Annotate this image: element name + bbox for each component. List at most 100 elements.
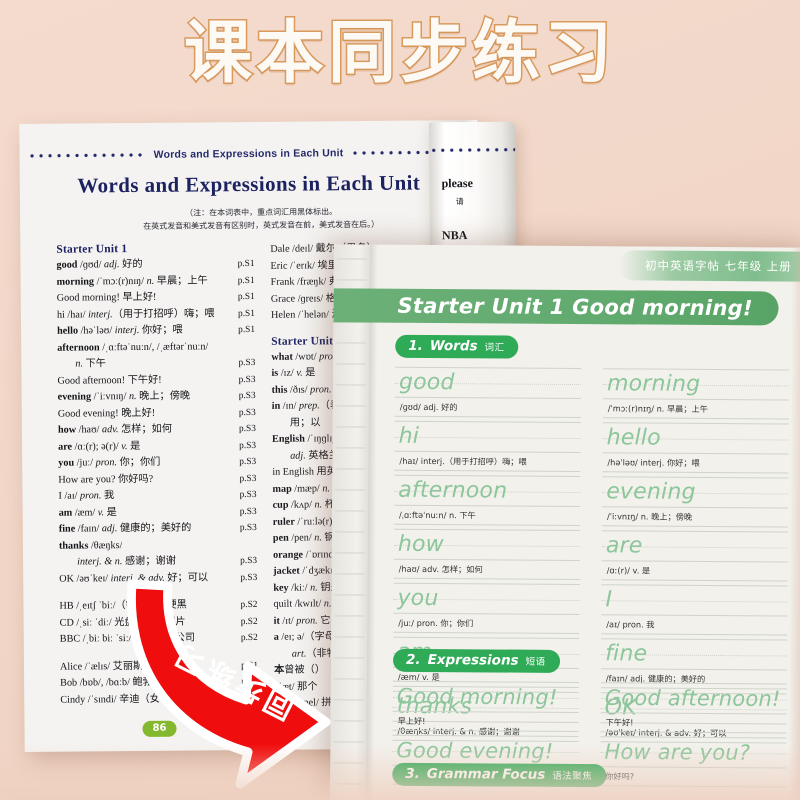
practice-row[interactable]: how/haʊ/ adv. 怎样；如何 <box>393 528 580 581</box>
gutter-ruled-line <box>334 594 365 596</box>
practice-writing-line[interactable]: I <box>601 584 788 617</box>
practice-writing-line[interactable]: good <box>394 366 582 400</box>
practice-row[interactable]: hello/həˈləʊ/ interj. 你好；喂 <box>602 422 789 474</box>
practice-meaning: /haʊ/ adv. 怎样；如何 <box>393 559 580 581</box>
wordlist-entry-text: n. 下午 <box>75 358 106 370</box>
wordlist-entry-page: p.S1 <box>241 660 259 671</box>
grammar-ruled-lines <box>392 793 787 800</box>
wordlist-entry-text: good /ɡʊd/ adj. 好的 <box>56 258 143 271</box>
practice-writing-line[interactable]: Good morning! <box>392 680 579 714</box>
wordlist-entry: n. 下午 p.S3 <box>57 355 255 373</box>
practice-row[interactable]: afternoon/ˌɑːftəˈnuːn/ n. 下午 <box>394 474 581 527</box>
practice-word: good <box>398 369 455 395</box>
practice-row[interactable]: I/aɪ/ pron. 我 <box>601 584 788 636</box>
practice-row[interactable]: good/ɡʊd/ adj. 好的 <box>394 366 582 419</box>
section-grammar: 3. Grammar Focus 语法聚焦 <box>392 762 787 800</box>
practice-writing-line[interactable]: evening <box>602 476 789 509</box>
wordlist-entry-page: p.S1 <box>238 325 256 336</box>
practice-word: Good morning! <box>396 683 558 709</box>
practice-meaning: 早上好! <box>392 711 579 733</box>
practice-writing-line[interactable]: hello <box>602 422 789 455</box>
practice-word: Good evening! <box>396 737 554 763</box>
practice-meaning: /ˈmɔː(r)nɪŋ/ n. 早晨；上午 <box>602 399 789 420</box>
wordlist-entry-text: BBC /ˌbiː biː ˈsiː/ 英国广播公司 <box>59 632 196 646</box>
wordlist-entry-page: p.S1 <box>237 275 255 286</box>
practice-word: how <box>397 531 444 557</box>
wordlist-entry: hi /haɪ/ interj.（用于打招呼）嗨；喂 p.S1 <box>57 306 255 324</box>
wordlist-entry-text: fine /faɪn/ adj. 健康的；美好的 <box>58 522 192 535</box>
wordlist-entry-text: interj. & n. 感谢；谢谢 <box>77 555 176 568</box>
practice-row[interactable]: Good morning! 早上好! <box>392 680 579 733</box>
practice-word: I <box>605 586 613 612</box>
unit-heading: Starter Unit 1 <box>56 243 128 256</box>
gutter-ruled-line <box>334 531 365 533</box>
wordlist-entry: hello /həˈləʊ/ interj. 你好；喂 p.S1 <box>57 322 255 340</box>
gutter-ruled-line <box>335 489 366 491</box>
notebook-page-edge <box>788 247 800 800</box>
practice-word: you <box>397 585 439 611</box>
gutter-ruled-line <box>336 363 367 365</box>
gutter-ruled-line <box>334 615 365 617</box>
practice-row[interactable]: evening/ˈiːvnɪŋ/ n. 晚上；傍晚 <box>601 476 789 528</box>
practice-meaning: /ɑː(r)/ v. 是 <box>601 561 788 582</box>
wordlist-entry-text: you /juː/ pron. 你；你们 <box>58 456 161 469</box>
wordlist-entry-text: are /ɑː(r); ə(r)/ v. 是 <box>58 440 141 453</box>
practice-row[interactable]: Good afternoon! 下午好! <box>600 682 787 734</box>
wordlist-entry-page: p.S2 <box>240 600 258 611</box>
section-title-1: Words <box>429 338 478 355</box>
wordlist-entry: HB /ˌeɪtʃ ˈbiː/（铅笔芯）硬黑 p.S2 <box>59 597 257 615</box>
gutter-ruled-line <box>333 783 364 785</box>
right-workbook-page: 初中英语字帖 七年级 上册 Starter Unit 1 Good mornin… <box>330 244 800 800</box>
wordlist-entry-page: p.S3 <box>240 556 258 567</box>
textbook-note-line2: 在英式发音和美式发音有区别时，英式发音在前，美式发音在后。） <box>143 220 380 232</box>
wordlist-entry-page: p.S2 <box>240 633 258 644</box>
gutter-ruled-line <box>334 552 365 554</box>
wordlist-entry-page: p.S3 <box>238 407 256 418</box>
practice-writing-line[interactable]: afternoon <box>394 474 581 508</box>
poster-title-area: 课本同步练习 <box>0 12 800 94</box>
curled-text-c: NBA <box>441 228 468 243</box>
textbook-heading: Words and Expressions in Each Unit <box>77 170 421 198</box>
wordlist-entry: CD /ˌsiː ˈdiː/ 光盘；激光唱片 p.S2 <box>60 614 258 632</box>
wordlist-entry-page: p.S3 <box>238 374 256 385</box>
wordlist-entry-page: p.S3 <box>239 506 257 517</box>
practice-writing-line[interactable]: Good afternoon! <box>600 682 787 715</box>
notebook-series-tab: 初中英语字帖 七年级 上册 <box>618 250 800 282</box>
practice-writing-line[interactable]: hi <box>394 420 581 454</box>
wordlist-entry: am /æm/ v. 是 p.S3 <box>59 504 257 522</box>
gutter-ruled-line <box>335 426 366 428</box>
wordlist-entry-text: 用；以 <box>289 417 321 429</box>
section-title-3: Grammar Focus <box>426 765 546 783</box>
section-index-3: 3. <box>405 765 420 782</box>
ruled-line <box>392 793 787 800</box>
practice-writing-line[interactable]: are <box>601 530 788 563</box>
wordlist-entry: how /haʊ/ adv. 怎样；如何 p.S3 <box>58 421 256 439</box>
wordlist-entry-text: Good evening! 晚上好! <box>57 407 156 420</box>
gutter-ruled-line <box>334 573 365 575</box>
wordlist-entry-page: p.S1 <box>237 291 255 303</box>
practice-writing-line[interactable]: you <box>393 582 580 616</box>
practice-writing-line[interactable]: how <box>393 528 580 562</box>
practice-row[interactable]: you/juː/ pron. 你；你们 <box>393 582 580 635</box>
wordlist-entry-page: p.S1 <box>241 677 259 688</box>
wordlist-entry: thanks /θæŋks/ <box>59 537 257 555</box>
curled-dot-rule-icon <box>429 147 516 153</box>
wordlist-entry-page: p.S1 <box>237 258 255 270</box>
wordlist-entry-text: How are you? 你好吗? <box>58 473 154 486</box>
practice-meaning: /juː/ pron. 你；你们 <box>393 613 580 635</box>
practice-meaning: /aɪ/ pron. 我 <box>601 615 788 636</box>
wordlist-entry-text: evening /ˈiːvnɪŋ/ n. 晚上；傍晚 <box>57 390 191 403</box>
practice-writing-line[interactable]: morning <box>602 368 790 401</box>
wordlist-entry: morning /ˈmɔː(r)nɪŋ/ n. 早晨；上午 p.S1 <box>57 272 255 290</box>
wordlist-entry-page: p.S3 <box>238 358 256 369</box>
practice-row[interactable]: hi/haɪ/ interj.（用于打招呼）嗨；喂 <box>394 420 581 473</box>
practice-meaning: /ˌɑːftəˈnuːn/ n. 下午 <box>394 505 581 527</box>
gutter-ruled-line <box>334 657 365 659</box>
practice-row[interactable]: are/ɑː(r)/ v. 是 <box>601 530 788 582</box>
practice-meaning: /haɪ/ interj.（用于打招呼）嗨；喂 <box>394 451 581 473</box>
practice-row[interactable]: morning/ˈmɔː(r)nɪŋ/ n. 早晨；上午 <box>602 368 790 420</box>
gutter-ruled-line <box>333 699 364 701</box>
wordlist-entry-text: thanks /θæŋks/ <box>58 539 123 552</box>
wordlist-entry-text: Bob /bɒb/, /bɑːb/ 鲍勃（男名） <box>60 676 194 690</box>
wordlist-entry-text: how /haʊ/ adv. 怎样；如何 <box>57 423 173 436</box>
